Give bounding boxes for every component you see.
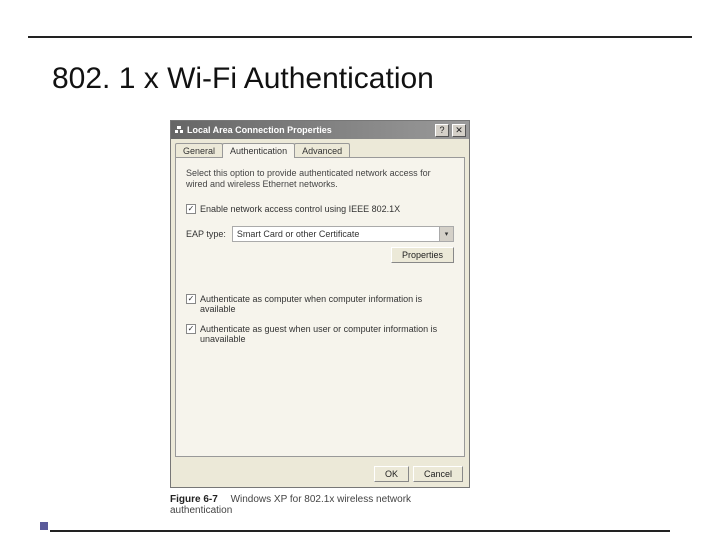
eap-type-value: Smart Card or other Certificate (237, 229, 360, 239)
close-button[interactable]: ✕ (452, 124, 466, 137)
figure-label: Figure 6-7 (170, 494, 218, 505)
auth-as-guest-label: Authenticate as guest when user or compu… (200, 324, 454, 344)
auth-as-computer-row: ✓ Authenticate as computer when computer… (186, 294, 454, 314)
properties-button[interactable]: Properties (391, 247, 454, 263)
eap-type-select[interactable]: Smart Card or other Certificate ▾ (232, 226, 454, 242)
dialog-titlebar: Local Area Connection Properties ? ✕ (171, 121, 469, 139)
tab-strip: General Authentication Advanced (175, 143, 465, 158)
eap-type-label: EAP type: (186, 229, 226, 239)
slide-title: 802. 1 x Wi-Fi Authentication (52, 62, 434, 96)
enable-8021x-row: ✓ Enable network access control using IE… (186, 204, 454, 214)
dialog-title: Local Area Connection Properties (187, 125, 432, 135)
dialog-button-row: OK Cancel (171, 462, 469, 487)
tab-panel: Select this option to provide authentica… (175, 157, 465, 457)
ok-button[interactable]: OK (374, 466, 409, 482)
help-button[interactable]: ? (435, 124, 449, 137)
auth-as-computer-label: Authenticate as computer when computer i… (200, 294, 454, 314)
slide-top-rule (28, 36, 692, 38)
slide-bottom-rule (50, 530, 670, 532)
tab-authentication[interactable]: Authentication (222, 143, 295, 158)
slide-corner-decoration (40, 522, 48, 530)
dialog-container: Local Area Connection Properties ? ✕ Gen… (170, 120, 470, 516)
chevron-down-icon: ▾ (439, 227, 453, 241)
enable-8021x-label: Enable network access control using IEEE… (200, 204, 400, 214)
properties-dialog: Local Area Connection Properties ? ✕ Gen… (170, 120, 470, 488)
network-icon (174, 125, 184, 135)
properties-row: Properties (186, 250, 454, 260)
tab-advanced[interactable]: Advanced (294, 143, 350, 158)
auth-as-guest-checkbox[interactable]: ✓ (186, 324, 196, 334)
auth-as-guest-row: ✓ Authenticate as guest when user or com… (186, 324, 454, 344)
cancel-button[interactable]: Cancel (413, 466, 463, 482)
eap-type-row: EAP type: Smart Card or other Certificat… (186, 226, 454, 242)
auth-as-computer-checkbox[interactable]: ✓ (186, 294, 196, 304)
description-text: Select this option to provide authentica… (186, 168, 454, 190)
enable-8021x-checkbox[interactable]: ✓ (186, 204, 196, 214)
figure-caption: Figure 6-7 Windows XP for 802.1x wireles… (170, 494, 470, 516)
tab-general[interactable]: General (175, 143, 223, 158)
